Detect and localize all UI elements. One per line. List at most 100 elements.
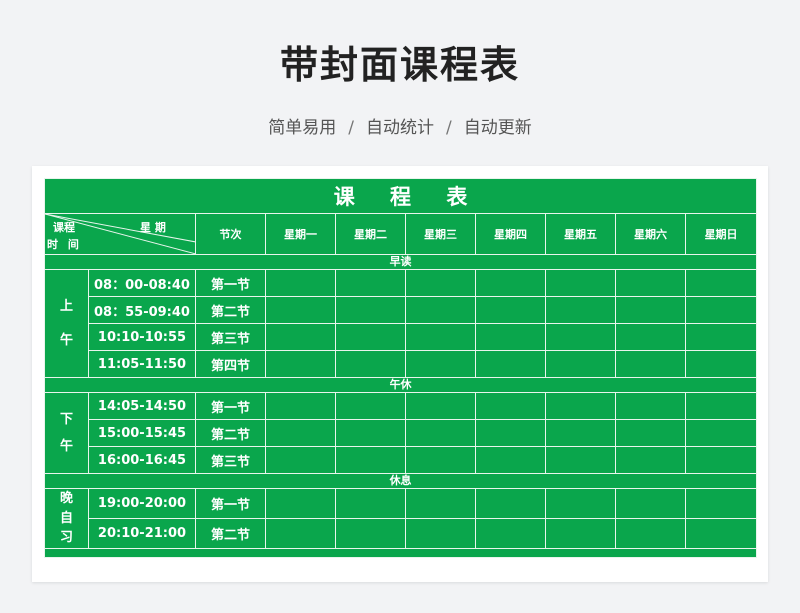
evening-label-char: 习 <box>59 530 73 545</box>
table-row: 08：55-09:40 第二节 <box>45 296 758 324</box>
time-cell[interactable]: 10:10-10:55 <box>88 323 196 351</box>
page-title: 带封面课程表 <box>279 43 520 87</box>
course-cell[interactable] <box>265 446 336 474</box>
course-cell[interactable] <box>265 392 336 420</box>
course-cell[interactable] <box>335 392 406 420</box>
period-cell[interactable]: 第一节 <box>195 392 266 420</box>
course-cell[interactable] <box>405 296 476 324</box>
course-cell[interactable] <box>684 488 758 519</box>
course-cell[interactable] <box>405 488 476 519</box>
period-cell[interactable]: 第一节 <box>195 488 266 519</box>
course-cell[interactable] <box>545 350 616 378</box>
course-cell[interactable] <box>684 392 758 420</box>
course-cell[interactable] <box>265 488 336 519</box>
course-cell[interactable] <box>335 269 406 297</box>
morning-label-char: 午 <box>59 332 73 348</box>
course-cell[interactable] <box>615 419 686 447</box>
course-cell[interactable] <box>335 419 406 447</box>
course-cell[interactable] <box>405 392 476 420</box>
course-cell[interactable] <box>405 419 476 447</box>
afternoon-label-char: 午 <box>59 439 73 454</box>
time-cell[interactable]: 16:00-16:45 <box>88 446 196 474</box>
period-cell[interactable]: 第二节 <box>195 419 266 447</box>
course-cell[interactable] <box>335 350 406 378</box>
course-cell[interactable] <box>335 488 406 519</box>
course-cell[interactable] <box>615 350 686 378</box>
morning-label-cell: 上午 <box>44 269 89 378</box>
period-cell[interactable]: 第四节 <box>195 350 266 378</box>
course-cell[interactable] <box>545 296 616 324</box>
course-cell[interactable] <box>684 446 758 474</box>
section-divider: 午休 <box>43 377 758 393</box>
course-cell[interactable] <box>475 269 546 297</box>
course-cell[interactable] <box>684 296 758 324</box>
corner-time-label: 时 间 <box>47 238 82 251</box>
day-header: 星期二 <box>335 213 406 255</box>
time-cell[interactable]: 11:05-11:50 <box>88 350 196 378</box>
course-cell[interactable] <box>684 269 758 297</box>
course-cell[interactable] <box>475 296 546 324</box>
time-cell[interactable]: 08：00-08:40 <box>88 269 196 297</box>
course-cell[interactable] <box>405 446 476 474</box>
table-row: 10:10-10:55 第三节 <box>45 323 758 351</box>
course-cell[interactable] <box>615 446 686 474</box>
course-cell[interactable] <box>545 419 616 447</box>
time-cell[interactable]: 20:10-21:00 <box>88 517 196 549</box>
subtitle-separator: / <box>348 118 354 138</box>
course-cell[interactable] <box>265 269 336 297</box>
afternoon-label-char: 下 <box>59 411 73 427</box>
course-cell[interactable] <box>615 269 686 297</box>
course-cell[interactable] <box>265 296 336 324</box>
subtitle-item-easy: 简单易用 <box>268 118 337 138</box>
course-cell[interactable] <box>475 392 546 420</box>
course-cell[interactable] <box>265 350 336 378</box>
course-cell[interactable] <box>265 419 336 447</box>
time-cell[interactable]: 14:05-14:50 <box>88 392 196 420</box>
time-cell[interactable]: 15:00-15:45 <box>88 419 196 447</box>
period-cell[interactable]: 第二节 <box>195 296 266 324</box>
course-cell[interactable] <box>475 323 546 351</box>
course-cell[interactable] <box>545 446 616 474</box>
course-cell[interactable] <box>615 296 686 324</box>
period-cell[interactable]: 第一节 <box>195 269 266 297</box>
course-cell[interactable] <box>615 517 686 549</box>
subtitle-separator: / <box>446 118 452 138</box>
course-cell[interactable] <box>405 517 476 549</box>
course-cell[interactable] <box>684 419 758 447</box>
course-cell[interactable] <box>335 296 406 324</box>
course-cell[interactable] <box>475 446 546 474</box>
course-cell[interactable] <box>545 269 616 297</box>
time-cell[interactable]: 19:00-20:00 <box>88 488 196 519</box>
course-cell[interactable] <box>615 323 686 351</box>
table-row: 11:05-11:50 第四节 <box>45 350 758 378</box>
course-cell[interactable] <box>405 323 476 351</box>
course-cell[interactable] <box>405 269 476 297</box>
course-cell[interactable] <box>475 419 546 447</box>
day-header: 星期六 <box>615 213 686 255</box>
period-cell[interactable]: 第三节 <box>195 446 266 474</box>
course-cell[interactable] <box>545 323 616 351</box>
course-cell[interactable] <box>545 392 616 420</box>
course-cell[interactable] <box>265 517 336 549</box>
period-cell[interactable]: 第三节 <box>195 323 266 351</box>
course-cell[interactable] <box>684 517 758 549</box>
course-cell[interactable] <box>405 350 476 378</box>
spreadsheet-sheet: 课 程 表 课程 星 期 时 间 节次 星期一 星期二 星期三 星期四 星期五 星期六 星期… <box>32 166 768 582</box>
course-cell[interactable] <box>615 392 686 420</box>
course-cell[interactable] <box>475 517 546 549</box>
course-cell[interactable] <box>335 517 406 549</box>
course-cell[interactable] <box>335 323 406 351</box>
course-cell[interactable] <box>265 323 336 351</box>
corner-week-label: 星 期 <box>140 221 166 234</box>
course-cell[interactable] <box>615 488 686 519</box>
course-cell[interactable] <box>335 446 406 474</box>
period-cell[interactable]: 第二节 <box>195 517 266 549</box>
course-cell[interactable] <box>475 488 546 519</box>
course-cell[interactable] <box>545 517 616 549</box>
course-cell[interactable] <box>684 323 758 351</box>
time-cell[interactable]: 08：55-09:40 <box>88 296 196 324</box>
day-header: 星期四 <box>475 213 546 255</box>
course-cell[interactable] <box>684 350 758 378</box>
course-cell[interactable] <box>475 350 546 378</box>
course-cell[interactable] <box>545 488 616 519</box>
